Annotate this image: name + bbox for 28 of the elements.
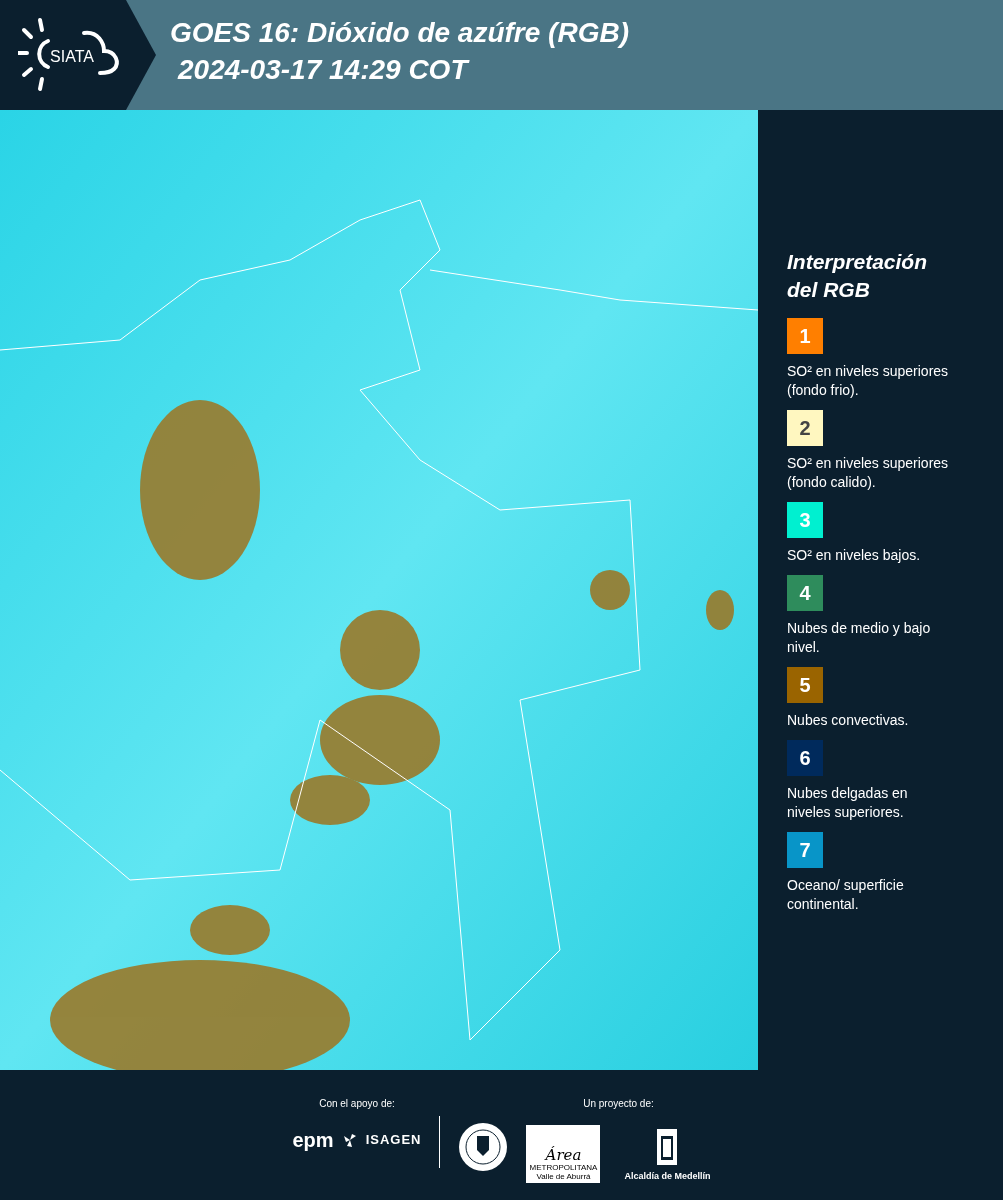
legend-text: SO² en niveles superiores (fondo calido). <box>787 454 950 492</box>
legend-text: SO² en niveles superiores (fondo frio). <box>787 362 950 400</box>
coat-of-arms-icon <box>656 1127 679 1166</box>
area-metropolitana-logo: Área METROPOLITANA Valle de Aburrá <box>526 1125 601 1183</box>
project-label: Un proyecto de: <box>583 1097 654 1111</box>
legend-text: Nubes de medio y bajo nivel. <box>787 619 932 657</box>
legend-swatch: 5 <box>787 667 823 703</box>
logo-text: SIATA <box>50 48 94 65</box>
map-title: GOES 16: Dióxido de azúfre (RGB) <box>170 16 629 50</box>
legend-swatch: 6 <box>787 740 823 776</box>
legend-swatch: 4 <box>787 575 823 611</box>
map-timestamp: 2024-03-17 14:29 COT <box>176 53 471 87</box>
legend-text: Oceano/ superficie continental. <box>787 876 905 914</box>
legend-swatch: 7 <box>787 832 823 868</box>
legend-title: Interpretación del RGB <box>787 249 929 303</box>
legend-swatch: 2 <box>787 410 823 446</box>
legend-text: Nubes convectivas. <box>787 711 910 730</box>
legend-text: SO² en niveles bajos. <box>787 546 922 565</box>
sun-cloud-icon <box>18 18 119 91</box>
alcaldia-logo-text: Alcaldía de Medellín <box>624 1169 711 1183</box>
legend-swatch: 3 <box>787 502 823 538</box>
pinwheel-icon <box>341 1132 358 1148</box>
isagen-logo: ISAGEN <box>365 1131 422 1150</box>
legend-swatch: 1 <box>787 318 823 354</box>
epm-logo: epm <box>292 1128 334 1153</box>
seal-icon <box>458 1122 509 1172</box>
legend-text: Nubes delgadas en niveles superiores. <box>787 784 909 822</box>
support-label: Con el apoyo de: <box>319 1097 395 1111</box>
